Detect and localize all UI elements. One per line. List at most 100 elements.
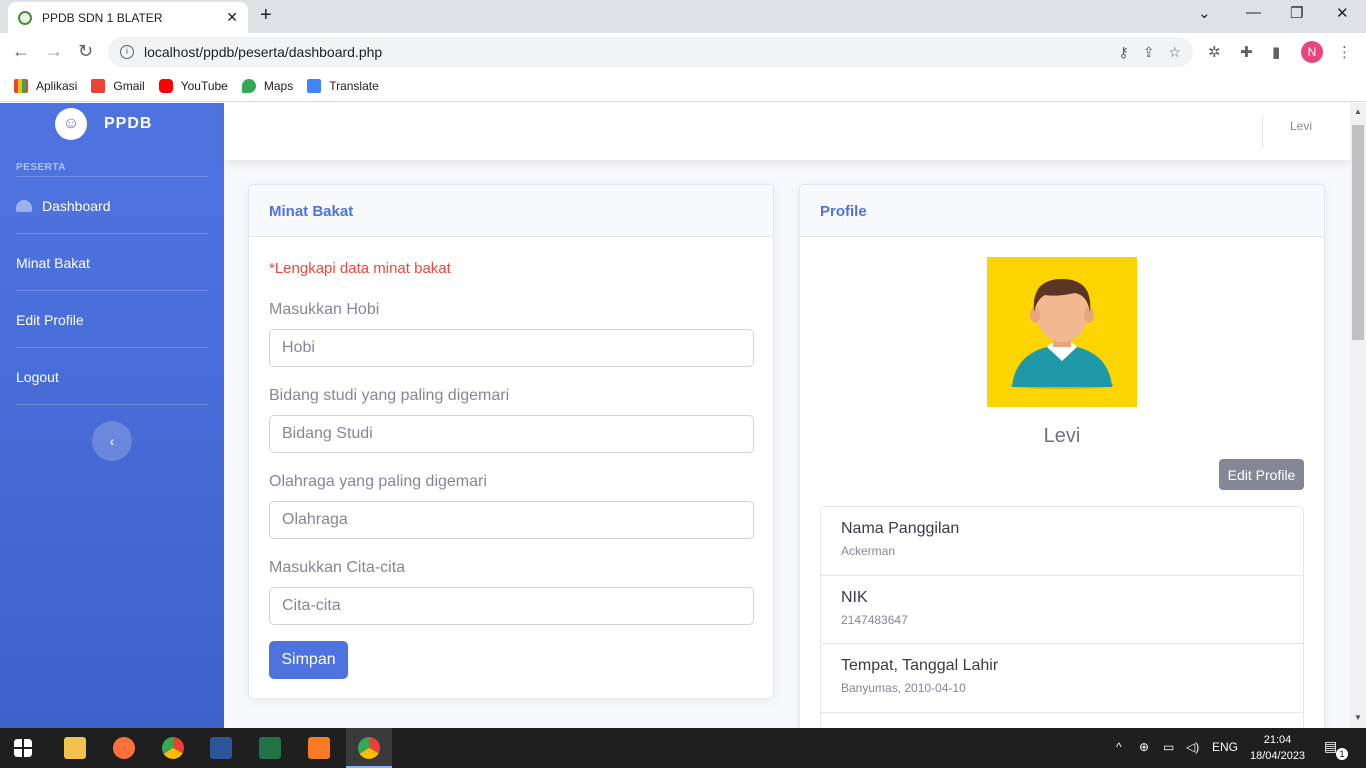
language-indicator[interactable]: ENG (1212, 740, 1238, 754)
profile-avatar[interactable]: N (1301, 41, 1323, 63)
url-text[interactable]: localhost/ppdb/peserta/dashboard.php (144, 44, 382, 60)
profile-details-list: Nama Panggilan Ackerman NIK 2147483647 T… (820, 506, 1304, 728)
edit-profile-button[interactable]: Edit Profile (1219, 459, 1304, 490)
extension-bug-icon[interactable]: ✲ (1208, 43, 1221, 61)
card-title: Minat Bakat (249, 185, 773, 237)
profile-picture (987, 257, 1137, 407)
sidebar-item-logout[interactable]: Logout (16, 369, 59, 385)
maps-pin-icon (241, 79, 256, 93)
tray-chevron-icon[interactable]: ^ (1116, 740, 1122, 754)
bookmark-youtube[interactable]: YouTube (158, 79, 228, 93)
sidebar-item-dashboard[interactable]: Dashboard (16, 198, 111, 214)
bookmark-translate[interactable]: Translate (307, 79, 379, 93)
key-icon[interactable]: ⚷ (1118, 44, 1128, 61)
window-close-icon[interactable]: ✕ (1336, 4, 1349, 22)
bookmark-gmail[interactable]: Gmail (91, 79, 145, 93)
extensions-puzzle-icon[interactable]: ✚ (1240, 43, 1253, 61)
sidebar-item-edit-profile[interactable]: Edit Profile (16, 312, 84, 328)
detail-key: Nama Panggilan (841, 520, 960, 537)
battery-icon[interactable]: ▭ (1163, 740, 1174, 754)
cita-cita-input[interactable] (269, 587, 754, 625)
bookmark-label: Maps (263, 79, 294, 93)
page-scrollbar[interactable]: ▲ ▼ (1350, 103, 1366, 728)
bookmark-aplikasi[interactable]: Aplikasi (14, 79, 77, 93)
new-tab-button[interactable]: + (260, 4, 272, 27)
detail-value: Banyumas, 2010-04-10 (841, 681, 966, 695)
scroll-up-icon[interactable]: ▲ (1354, 107, 1362, 116)
olahraga-label: Olahraga yang paling digemari (269, 473, 487, 490)
firefox-icon[interactable] (113, 737, 135, 759)
sidebar-item-label: Logout (16, 369, 59, 385)
tab-title: PPDB SDN 1 BLATER (42, 10, 163, 25)
topbar: Levi (224, 103, 1350, 160)
address-bar[interactable]: i localhost/ppdb/peserta/dashboard.php ⚷… (108, 37, 1193, 67)
restore-icon[interactable]: ❐ (1290, 4, 1303, 22)
laugh-wink-icon: ☺ (55, 108, 87, 140)
detail-value: 2147483647 (841, 612, 908, 627)
site-info-icon[interactable]: i (120, 45, 134, 59)
topbar-divider (1262, 115, 1263, 147)
excel-icon[interactable] (259, 737, 281, 759)
side-panel-icon[interactable]: ▮ (1272, 43, 1280, 61)
hobi-input[interactable] (269, 329, 754, 367)
bookmark-star-icon[interactable]: ☆ (1168, 44, 1181, 61)
chrome-active-icon[interactable] (358, 737, 380, 759)
sidebar-brand[interactable]: ☺ PPDB (55, 108, 152, 140)
clock-date: 18/04/2023 (1250, 750, 1306, 762)
list-item: Tempat, Tanggal Lahir Banyumas, 2010-04-… (821, 644, 1303, 713)
back-icon[interactable]: ← (12, 41, 30, 62)
list-item (821, 713, 1303, 729)
forward-icon[interactable]: → (45, 41, 63, 62)
reload-icon[interactable]: ↻ (78, 41, 93, 62)
chrome-icon[interactable] (162, 737, 184, 759)
bidang-studi-input[interactable] (269, 415, 754, 453)
sidebar-divider (16, 347, 208, 348)
list-item: NIK 2147483647 (821, 576, 1303, 644)
sidebar-item-label: Edit Profile (16, 312, 84, 328)
system-clock[interactable]: 21:04 18/04/2023 (1250, 732, 1305, 764)
clock-time: 21:04 (1263, 734, 1292, 746)
tab-close-icon[interactable]: ✕ (226, 9, 238, 26)
detail-key: Tempat, Tanggal Lahir (841, 657, 999, 674)
olahraga-input[interactable] (269, 501, 754, 539)
minimize-icon[interactable]: — (1246, 4, 1261, 21)
detail-value: Ackerman (841, 544, 896, 558)
share-icon[interactable]: ⇪ (1143, 44, 1155, 61)
sidebar: ☺ PPDB PESERTA Dashboard Minat Bakat Edi… (0, 103, 224, 728)
notification-count-badge: 1 (1336, 748, 1348, 760)
bookmark-maps[interactable]: Maps (241, 79, 294, 93)
apps-grid-icon (14, 79, 28, 93)
sidebar-toggle-button[interactable]: ‹ (92, 421, 132, 461)
browser-tab[interactable]: PPDB SDN 1 BLATER ✕ (8, 2, 248, 33)
volume-icon[interactable]: ◁) (1186, 740, 1199, 754)
tab-search-chevron-icon[interactable]: ⌄ (1198, 4, 1211, 22)
profile-card: Profile Levi Edit Profile Nama Panggilan… (799, 184, 1325, 728)
hobi-label: Masukkan Hobi (269, 301, 380, 318)
network-globe-icon[interactable]: ⊕ (1139, 740, 1149, 754)
bookmark-label: YouTube (180, 79, 228, 93)
brand-name: PPDB (104, 115, 153, 132)
bookmarks-bar: Aplikasi Gmail YouTube Maps Translate (0, 71, 1366, 102)
sidebar-divider (16, 176, 208, 177)
sidebar-divider (16, 233, 208, 234)
user-avatar-illustration (1010, 279, 1114, 389)
file-explorer-icon[interactable] (64, 737, 86, 759)
word-icon[interactable] (210, 737, 232, 759)
windows-start-icon[interactable] (14, 739, 32, 757)
tachometer-icon (16, 200, 32, 212)
simpan-button[interactable]: Simpan (269, 641, 348, 679)
sidebar-divider (16, 290, 208, 291)
scroll-down-icon[interactable]: ▼ (1354, 713, 1362, 722)
sidebar-item-minat-bakat[interactable]: Minat Bakat (16, 255, 90, 271)
scrollbar-thumb[interactable] (1352, 125, 1364, 340)
list-item: Nama Panggilan Ackerman (821, 507, 1303, 576)
user-dropdown[interactable]: Levi (1290, 119, 1312, 133)
xampp-icon[interactable] (308, 737, 330, 759)
web-page: ☺ PPDB PESERTA Dashboard Minat Bakat Edi… (0, 103, 1366, 728)
bookmark-label: Aplikasi (36, 79, 78, 93)
sidebar-item-label: Minat Bakat (16, 255, 90, 271)
chrome-menu-icon[interactable]: ⋮ (1337, 43, 1352, 61)
site-favicon-icon (18, 10, 32, 25)
browser-toolbar: ← → ↻ i localhost/ppdb/peserta/dashboard… (0, 33, 1366, 71)
detail-key: NIK (841, 588, 868, 606)
